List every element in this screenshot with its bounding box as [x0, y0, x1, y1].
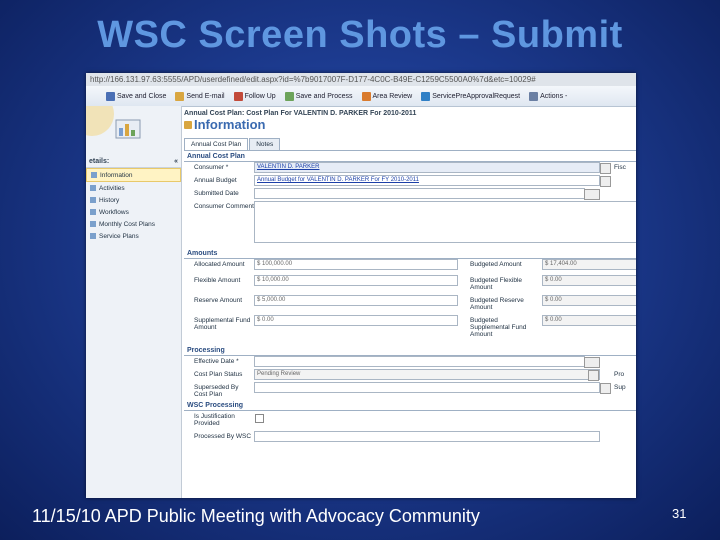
chevron-down-icon[interactable] [588, 370, 599, 381]
processed-by-row: Processed By WSC [184, 431, 636, 444]
actions-icon [529, 91, 539, 101]
activities-icon [90, 185, 96, 191]
reserve-field[interactable]: $ 5,000.00 [254, 295, 458, 306]
status-select[interactable]: Pending Review [254, 369, 600, 380]
tab-annual-cost-plan[interactable]: Annual Cost Plan [184, 138, 249, 150]
area-review-button[interactable]: Area Review [361, 91, 412, 101]
save-process-button[interactable]: Save and Process [284, 91, 353, 101]
history-icon [90, 197, 96, 203]
submitted-date-field[interactable] [254, 188, 585, 199]
entity-icon [86, 92, 141, 139]
reserve-row: Reserve Amount $ 5,000.00 Budgeted Reser… [184, 295, 636, 315]
section-amounts: Amounts [184, 248, 636, 259]
process-icon [284, 91, 294, 101]
actions-menu[interactable]: Actions - [529, 91, 567, 101]
request-icon [421, 91, 431, 101]
consumer-row: Consumer * VALENTIN D. PARKER Fisc [184, 162, 636, 175]
justification-row: Is Justification Provided [184, 411, 636, 431]
lookup-icon[interactable] [600, 176, 611, 187]
supplemental-row: Supplemental Fund Amount $ 0.00 Budgeted… [184, 315, 636, 345]
superseded-row: Superseded By Cost Plan Sup [194, 382, 626, 398]
info-heading-icon [184, 120, 192, 129]
form-area: Annual Cost Plan: Cost Plan For VALENTIN… [184, 107, 636, 498]
effective-date-field[interactable] [254, 356, 585, 367]
allocated-field[interactable]: $ 100,000.00 [254, 259, 458, 270]
collapse-icon[interactable]: « [174, 158, 178, 165]
toolbar: Save and Close Send E-mail Follow Up Sav… [86, 86, 636, 107]
lookup-icon[interactable] [600, 383, 611, 394]
page-number: 31 [672, 506, 687, 521]
save-icon [106, 91, 115, 101]
save-close-button[interactable]: Save and Close [106, 91, 166, 101]
sidebar-header: etails: « [86, 156, 181, 168]
sidebar-item-information[interactable]: Information [86, 168, 181, 182]
calendar-icon[interactable] [584, 189, 600, 200]
justification-checkbox[interactable] [255, 414, 264, 423]
service-plan-icon [90, 233, 96, 239]
consumer-lookup[interactable]: VALENTIN D. PARKER [254, 162, 600, 173]
annual-budget-lookup[interactable]: Annual Budget for VALENTIN D. PARKER For… [254, 175, 600, 186]
sidebar-item-activities[interactable]: Activities [86, 182, 181, 194]
flexible-field[interactable]: $ 10,000.00 [254, 275, 458, 286]
info-icon [91, 172, 97, 178]
service-preapproval-button[interactable]: ServicePreApprovalRequest [421, 91, 520, 101]
flag-icon [233, 91, 243, 101]
workflow-icon [90, 209, 96, 215]
status-row: Cost Plan Status Pending Review Pro [184, 369, 636, 382]
consumer-comments-row: Consumer Comments [184, 201, 636, 245]
section-wsc-processing: WSC Processing [184, 400, 636, 411]
processed-by-field[interactable] [254, 431, 600, 442]
review-icon [361, 91, 371, 101]
annual-budget-row: Annual Budget Annual Budget for VALENTIN… [184, 175, 636, 188]
address-bar[interactable]: http://166.131.97.63:5555/APD/userdefine… [86, 73, 636, 86]
sidebar-item-service-plans[interactable]: Service Plans [86, 230, 181, 242]
slide-title: WSC Screen Shots – Submit [97, 14, 623, 56]
slide-footer: 11/15/10 APD Public Meeting with Advocac… [32, 506, 480, 526]
breadcrumb: Annual Cost Plan: Cost Plan For VALENTIN… [184, 110, 417, 117]
lookup-icon[interactable] [600, 163, 611, 174]
consumer-comments-field[interactable] [254, 201, 636, 243]
flexible-row: Flexible Amount $ 10,000.00 Budgeted Fle… [184, 275, 636, 295]
sidebar-item-history[interactable]: History [86, 194, 181, 206]
superseded-lookup[interactable] [254, 382, 600, 393]
calendar-icon[interactable] [584, 357, 600, 368]
follow-up-button[interactable]: Follow Up [233, 91, 276, 101]
record-icon-area [86, 92, 181, 156]
supplemental-field[interactable]: $ 0.00 [254, 315, 458, 326]
effective-date-row: Effective Date * [184, 356, 636, 369]
budgeted-reserve-field[interactable]: $ 0.00 [542, 295, 636, 306]
send-email-button[interactable]: Send E-mail [175, 91, 225, 101]
submitted-date-row: Submitted Date [184, 188, 636, 201]
email-icon [175, 91, 185, 101]
budgeted-field[interactable]: $ 17,404.00 [542, 259, 636, 270]
section-processing: Processing [184, 345, 636, 356]
budgeted-supplemental-field[interactable]: $ 0.00 [542, 315, 636, 326]
tab-notes[interactable]: Notes [249, 138, 281, 150]
cost-plan-icon [90, 221, 96, 227]
sidebar-item-workflows[interactable]: Workflows [86, 206, 181, 218]
allocated-row: Allocated Amount $ 100,000.00 Budgeted A… [184, 259, 636, 275]
page-title: Information [184, 117, 636, 132]
section-annual-cost-plan: Annual Cost Plan [184, 151, 636, 162]
form-tabs: Annual Cost Plan Notes [184, 138, 636, 151]
sidebar: etails: « Information Activities History … [86, 92, 182, 498]
screenshot-window: http://166.131.97.63:5555/APD/userdefine… [86, 73, 636, 498]
sidebar-item-monthly-cost-plans[interactable]: Monthly Cost Plans [86, 218, 181, 230]
budgeted-flexible-field[interactable]: $ 0.00 [542, 275, 636, 286]
